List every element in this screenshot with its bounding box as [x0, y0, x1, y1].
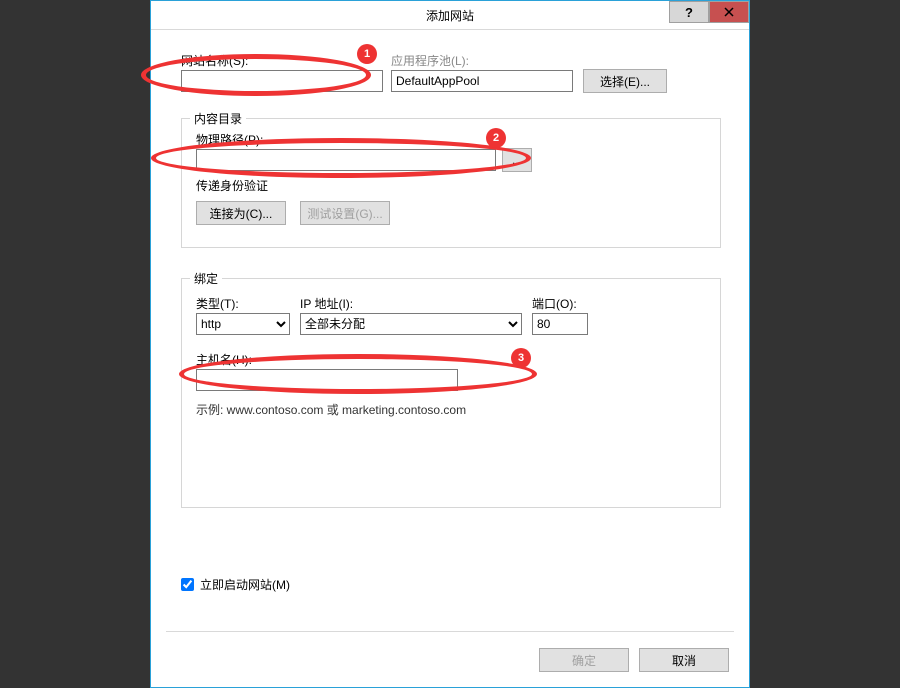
port-input[interactable] — [532, 313, 588, 335]
help-button[interactable]: ? — [669, 1, 709, 23]
hostname-input[interactable] — [196, 369, 458, 391]
footer-separator — [166, 631, 734, 632]
annotation-badge-1: 1 — [357, 44, 377, 64]
type-label: 类型(T): — [196, 295, 239, 312]
hostname-label: 主机名(H): — [196, 351, 252, 368]
type-select[interactable]: http — [196, 313, 290, 335]
browse-button[interactable]: ... — [502, 148, 532, 172]
start-now-input[interactable] — [181, 578, 194, 591]
ip-label: IP 地址(I): — [300, 295, 353, 312]
add-website-dialog: 添加网站 ? 网站名称(S): 应用程序池(L): 选择(E)... 内容目录 … — [150, 0, 750, 688]
test-settings-button: 测试设置(G)... — [300, 201, 390, 225]
close-icon — [724, 7, 734, 17]
app-pool-field — [391, 70, 573, 92]
passthrough-label: 传递身份验证 — [196, 177, 268, 194]
window-title: 添加网站 — [426, 7, 474, 24]
physical-path-input[interactable] — [196, 149, 496, 171]
app-pool-label: 应用程序池(L): — [391, 52, 469, 69]
select-app-pool-button[interactable]: 选择(E)... — [583, 69, 667, 93]
ip-select[interactable]: 全部未分配 — [300, 313, 522, 335]
binding-group: 绑定 类型(T): IP 地址(I): 端口(O): http 全部未分配 主机… — [181, 278, 721, 508]
ok-button: 确定 — [539, 648, 629, 672]
binding-group-legend: 绑定 — [190, 270, 222, 287]
hostname-example: 示例: www.contoso.com 或 marketing.contoso.… — [196, 401, 466, 418]
cancel-button[interactable]: 取消 — [639, 648, 729, 672]
close-button[interactable] — [709, 1, 749, 23]
content-group-legend: 内容目录 — [190, 110, 246, 127]
physical-path-label: 物理路径(P): — [196, 131, 263, 148]
start-now-checkbox[interactable]: 立即启动网站(M) — [181, 576, 290, 593]
titlebar: 添加网站 ? — [151, 1, 749, 30]
site-name-label: 网站名称(S): — [181, 52, 248, 69]
site-name-input[interactable] — [181, 70, 383, 92]
start-now-label: 立即启动网站(M) — [200, 576, 290, 593]
port-label: 端口(O): — [532, 295, 577, 312]
connect-as-button[interactable]: 连接为(C)... — [196, 201, 286, 225]
content-group: 内容目录 物理路径(P): ... 传递身份验证 连接为(C)... 测试设置(… — [181, 118, 721, 248]
dialog-body: 网站名称(S): 应用程序池(L): 选择(E)... 内容目录 物理路径(P)… — [151, 30, 749, 688]
